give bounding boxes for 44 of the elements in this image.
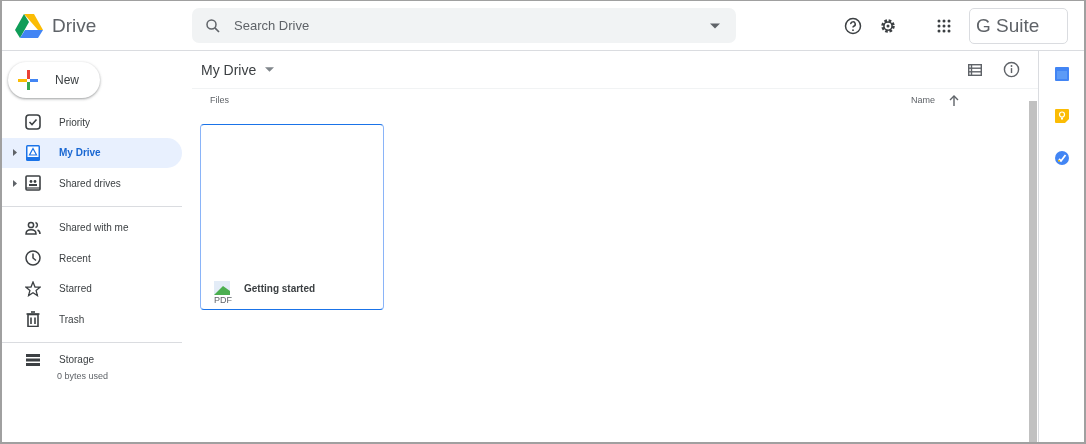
storage-icon [25,353,41,366]
search-field[interactable]: Search Drive [192,8,736,43]
plus-icon [18,70,38,90]
sort-arrow-icon[interactable] [949,94,959,106]
info-icon[interactable] [1003,61,1020,78]
sidebar-item[interactable]: Starred [2,273,182,304]
expand-caret-icon[interactable] [12,149,17,157]
calendar-icon[interactable] [1054,67,1069,81]
sidebar-item[interactable]: Shared with me [2,212,182,243]
search-icon [204,16,222,35]
sidebar-item[interactable]: Priority [2,107,182,138]
section-label: Files [210,95,229,105]
expand-caret-icon[interactable] [12,179,17,187]
people-icon [25,219,41,236]
checkbox-icon [25,114,41,131]
sidebar-item[interactable]: Recent [2,243,182,274]
scrollbar-thumb[interactable] [1029,101,1037,442]
list-view-icon[interactable] [968,63,982,76]
clock-icon [25,250,41,267]
sidebar-item[interactable]: Shared drives [2,168,182,199]
app-name: Drive [52,14,97,37]
file-type-label: PDF [214,295,232,305]
shared-drive-icon [25,175,41,192]
trash-icon [25,311,41,328]
new-button[interactable]: New [8,62,100,98]
folder-title-dropdown[interactable]: My Drive [201,61,275,78]
sidebar-item[interactable]: Trash [2,304,182,335]
star-icon [25,280,41,297]
help-icon[interactable] [844,16,862,35]
sidebar-item[interactable]: My Drive [2,137,182,168]
settings-icon[interactable] [879,16,897,35]
storage-label[interactable]: Storage [59,354,95,365]
drive-icon [25,144,41,161]
apps-grid-icon[interactable] [937,18,951,33]
caret-icon [265,67,275,72]
storage-usage: 0 bytes used [56,370,110,381]
check-circle-icon[interactable] [1054,151,1069,165]
file-name: Getting started [244,283,316,294]
file-card[interactable]: PDF Getting started [200,124,384,310]
dropdown-caret-icon[interactable] [710,22,720,29]
broken-image-icon [214,281,230,295]
sort-label[interactable]: Name [911,95,935,105]
drive-logo-icon [15,13,43,38]
brand-badge[interactable]: G Suite [969,7,1068,44]
